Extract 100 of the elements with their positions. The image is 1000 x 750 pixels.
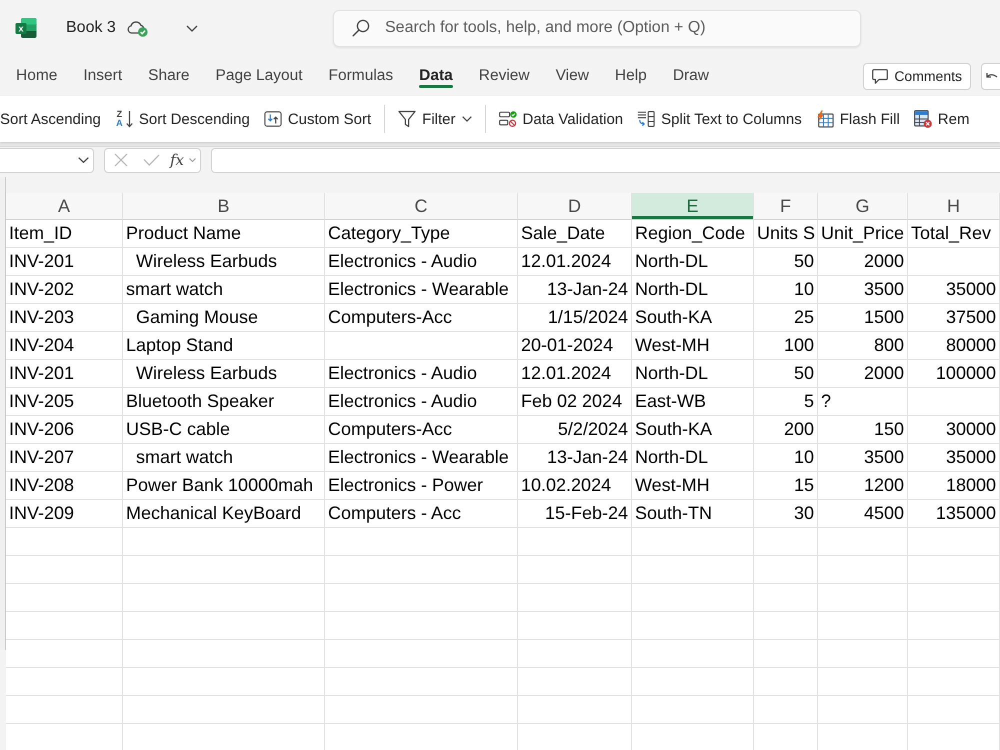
ribbon-tab[interactable]: Share (135, 56, 202, 96)
formula-input[interactable] (211, 148, 1000, 172)
data-validation-button[interactable]: Data Validation (492, 103, 630, 135)
comment-icon (872, 68, 888, 84)
table-cell: INV-203 (6, 304, 123, 332)
table-cell: North-DL (632, 444, 754, 472)
table-cell: INV-201 (6, 360, 123, 388)
column-header[interactable]: F (754, 193, 818, 220)
table-cell: 35000 (908, 276, 1000, 304)
column-header[interactable]: G (818, 193, 908, 220)
column-header[interactable]: B (123, 193, 325, 220)
table-cell: West-MH (632, 472, 754, 500)
search-field[interactable]: Search for tools, help, and more (Option + Q) (333, 10, 861, 46)
curved-arrow-icon (986, 72, 998, 80)
column-header[interactable]: H (908, 193, 1000, 220)
table-cell: Computers - Acc (325, 500, 518, 528)
toolbar-button[interactable] (981, 62, 1000, 90)
split-text-button[interactable]: Split Text to Columns (630, 103, 809, 135)
table-cell: North-DL (632, 360, 754, 388)
custom-sort-icon (264, 110, 282, 128)
table-cell: 15 (754, 472, 818, 500)
app-logo: x (15, 17, 37, 39)
ribbon-tab[interactable]: Insert (70, 56, 136, 96)
ribbon-tab[interactable]: Page Layout (202, 56, 316, 96)
remove-button[interactable]: Rem (906, 103, 970, 135)
table-cell: 25 (754, 304, 818, 332)
document-title[interactable]: Book 3 (66, 19, 116, 37)
table-cell: 30000 (908, 416, 1000, 444)
cloud-check-icon[interactable] (126, 19, 148, 37)
cross-icon[interactable] (114, 153, 128, 167)
sort-descending-button[interactable]: Z A Sort Descending (108, 103, 257, 135)
table-cell: Electronics - Wearable (325, 444, 518, 472)
table-cell: 150 (818, 416, 908, 444)
table-cell: Electronics - Audio (325, 248, 518, 276)
table-cell: Product Name (123, 220, 325, 248)
table-cell: Electronics - Audio (325, 388, 518, 416)
table-cell: 18000 (908, 472, 1000, 500)
table-cell: North-DL (632, 248, 754, 276)
custom-sort-button[interactable]: Custom Sort (256, 103, 378, 135)
table-cell: 1/15/2024 (518, 304, 632, 332)
table-cell: 3500 (818, 444, 908, 472)
comments-button[interactable]: Comments (863, 62, 971, 90)
table-cell: South-TN (632, 500, 754, 528)
chevron-down-icon[interactable] (186, 24, 198, 32)
table-cell: INV-201 (6, 248, 123, 276)
table-cell: 4500 (818, 500, 908, 528)
table-cell: Wireless Earbuds (123, 360, 325, 388)
ribbon-tab[interactable]: Draw (660, 56, 722, 96)
filter-icon (398, 110, 416, 128)
flash-fill-button[interactable]: Flash Fill (808, 103, 907, 135)
table-cell: 5/2/2024 (518, 416, 632, 444)
ribbon-tab[interactable]: Home (3, 56, 70, 96)
table-cell: 10 (754, 276, 818, 304)
search-icon (352, 19, 370, 37)
table-cell: Electronics - Wearable (325, 276, 518, 304)
table-cell: 1200 (818, 472, 908, 500)
table-cell: West-MH (632, 332, 754, 360)
ribbon-tab[interactable]: Review (466, 56, 543, 96)
table-cell: INV-202 (6, 276, 123, 304)
table-cell: 5 (754, 388, 818, 416)
ribbon-tab[interactable]: Help (602, 56, 660, 96)
table-cell: 100000 (908, 360, 1000, 388)
table-delete-icon (914, 110, 932, 128)
function-button[interactable]: fx (170, 151, 184, 169)
column-header[interactable]: C (325, 193, 518, 220)
table-cell: 12.01.2024 (518, 248, 632, 276)
table-cell: Computers-Acc (325, 416, 518, 444)
table-cell: Sale_Date (518, 220, 632, 248)
table-cell: Unit_Price (818, 220, 908, 248)
ribbon-tab[interactable]: Data (406, 56, 466, 96)
table-cell: 2000 (818, 360, 908, 388)
table-cell: INV-209 (6, 500, 123, 528)
column-header[interactable]: A (6, 193, 123, 220)
table-cell: 30 (754, 500, 818, 528)
table-cell: 50 (754, 360, 818, 388)
split-columns-icon (637, 110, 656, 128)
table-cell: 35000 (908, 444, 1000, 472)
table-cell: Units S (754, 220, 818, 248)
column-header[interactable]: D (518, 193, 632, 220)
table-cell: South-KA (632, 416, 754, 444)
table-cell: Region_Code (632, 220, 754, 248)
table-cell: 1500 (818, 304, 908, 332)
filter-button[interactable]: Filter (391, 103, 479, 135)
table-cell: 13-Jan-24 (518, 444, 632, 472)
table-cell: 10 (754, 444, 818, 472)
table-cell: INV-204 (6, 332, 123, 360)
table-cell: 20-01-2024 (518, 332, 632, 360)
table-cell: Bluetooth Speaker (123, 388, 325, 416)
ribbon-tab[interactable]: Formulas (316, 56, 406, 96)
column-header[interactable]: E (632, 193, 754, 220)
table-cell: Mechanical KeyBoard (123, 500, 325, 528)
table-cell: 100 (754, 332, 818, 360)
table-cell: Item_ID (6, 220, 123, 248)
table-cell: Wireless Earbuds (123, 248, 325, 276)
table-cell: 2000 (818, 248, 908, 276)
sort-ascending-button[interactable]: Sort Ascending (0, 103, 108, 135)
flash-fill-icon (816, 110, 834, 128)
chevron-down-icon[interactable] (78, 157, 89, 163)
ribbon-tab[interactable]: View (542, 56, 602, 96)
check-icon[interactable] (143, 154, 160, 166)
